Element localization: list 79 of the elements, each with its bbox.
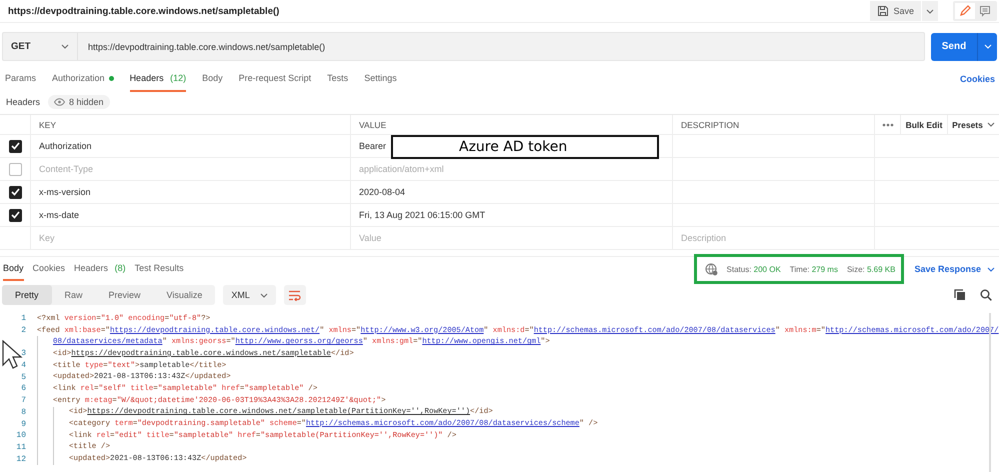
copy-icon [954,289,966,301]
status-metric: Status: 200 OK [726,264,781,274]
request-tab[interactable]: Pre-request Script [238,66,312,92]
presets-dropdown[interactable]: Presets [948,115,999,134]
caret-icon [987,266,995,272]
header-key: x-ms-version [39,187,91,197]
request-title: https://devpodtraining.table.core.windows.net/sampletable() [8,6,280,16]
hidden-headers-toggle[interactable]: 8 hidden [48,95,110,109]
line-number: 7 [20,396,27,406]
send-options-button[interactable] [977,32,997,60]
copy-button[interactable] [953,288,967,302]
edit-mode-button[interactable] [955,3,975,19]
checkbox[interactable] [8,208,22,222]
response-tab[interactable]: Body [3,257,24,281]
checkbox[interactable] [8,140,22,152]
caret-icon [926,8,934,14]
caret-icon [986,122,995,127]
header-key: Content-Type [39,164,94,174]
bulk-edit-button[interactable]: Bulk Edit [901,115,948,134]
column-header: VALUE [359,120,386,130]
caret-icon [260,292,268,298]
search-icon [980,289,992,301]
line-number: 6 [20,384,27,394]
header-value: Bearer [359,141,386,151]
format-dropdown[interactable]: XML [223,285,276,305]
request-tab[interactable]: Body [202,66,223,92]
header-value: 2020-08-04 [359,187,406,197]
pencil-icon [959,5,971,17]
checkbox[interactable] [8,162,22,176]
line-number: 9 [20,420,27,429]
scrollbar[interactable] [989,313,991,472]
save-response-button[interactable]: Save Response [914,264,995,274]
view-mode-tab[interactable]: Pretty [2,285,52,305]
save-button[interactable]: Save [870,1,921,21]
cookies-link[interactable]: Cookies [960,74,995,84]
response-tab[interactable]: Headers (8) [74,257,126,281]
wrap-lines-button[interactable] [284,285,306,305]
caret-icon [984,44,992,49]
line-number: 10 [15,431,27,440]
search-button[interactable] [979,288,993,302]
status-metric: Time: 279 ms [790,264,838,274]
response-tab[interactable]: Test Results [134,257,184,281]
wrap-icon [288,290,302,300]
header-key: x-ms-date [39,210,80,220]
view-mode-tab[interactable]: Visualize [154,285,216,305]
view-mode-tab[interactable]: Raw [52,285,96,305]
eye-icon [54,98,66,106]
request-tab[interactable]: Authorization [52,66,114,92]
more-icon [882,122,894,126]
line-number: 2 [20,326,27,336]
column-header: DESCRIPTION [681,120,740,130]
line-number: 11 [15,442,27,452]
line-number: 3 [20,349,27,358]
comment-icon [979,5,991,17]
status-metric: Size: 5.69 KB [846,264,896,274]
headers-label: Headers [6,97,40,107]
annotation-label: Azure AD token [391,135,659,159]
line-number: 4 [20,361,27,370]
request-tab[interactable]: Params [5,66,36,92]
response-tab[interactable]: Cookies [32,257,66,281]
request-tab[interactable]: Settings [364,66,397,92]
header-value: Fri, 13 Aug 2021 06:15:00 GMT [359,210,486,220]
line-number: 1 [20,314,27,324]
line-number: 5 [20,372,27,382]
send-button[interactable]: Send [931,32,977,60]
request-tab[interactable]: Headers (12) [130,66,186,92]
method-dropdown[interactable]: GET [2,32,78,61]
line-number: 12 [15,454,27,464]
request-tab[interactable]: Tests [327,66,348,92]
caret-icon [61,44,69,49]
header-key: Authorization [39,141,92,151]
globe-icon [704,262,718,276]
header-value: application/atom+xml [359,164,444,174]
line-number: 8 [20,408,27,417]
checkbox[interactable] [8,186,22,198]
view-mode-tab[interactable]: Preview [96,285,154,305]
save-options-button[interactable] [922,1,938,21]
url-field[interactable]: https://devpodtraining.table.core.windows.net/sampletable() [78,32,925,61]
column-header: KEY [39,120,56,130]
